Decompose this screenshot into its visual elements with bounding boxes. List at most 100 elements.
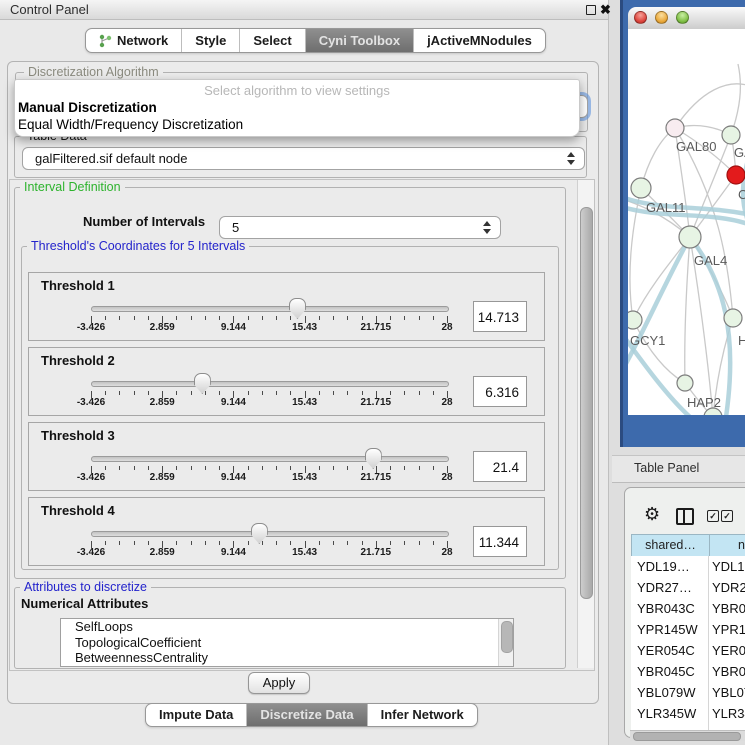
checkbox-icon[interactable]: ✓ [721,510,733,522]
list-scrollbar-thumb[interactable] [501,621,513,653]
vertical-scrollbar-track[interactable] [577,180,594,668]
table-row[interactable]: YBR045CYBR045C [631,661,745,682]
slider-tick [176,541,177,545]
gray-edge[interactable] [731,64,740,135]
network-window-titlebar[interactable] [628,7,745,30]
table-data-combobox[interactable]: galFiltered.sif default node [22,147,585,170]
slider-tick [148,466,149,470]
close-traffic-light-icon[interactable] [634,11,647,24]
tab-discretize-data[interactable]: Discretize Data [247,704,367,726]
slider-tick-label: 21.715 [351,397,401,408]
attribute-list-item[interactable]: TopologicalCoefficient [61,635,513,651]
zoom-traffic-light-icon[interactable] [676,11,689,24]
node[interactable] [631,178,651,198]
list-scrollbar-track[interactable] [498,619,513,666]
threshold-slider-track[interactable] [91,531,449,537]
table-row[interactable]: YBR043CYBR043C [631,598,745,619]
slider-tick-label: 21.715 [351,547,401,558]
slider-tick [262,391,263,395]
slider-tick [404,391,405,395]
gear-icon[interactable]: ⚙ [644,504,660,524]
cell-name: YDL19… [712,556,745,577]
threshold-value-field[interactable]: 11.344 [473,526,527,557]
tab-select[interactable]: Select [240,29,305,52]
number-of-intervals-spinner[interactable]: 5 [219,216,501,239]
threshold-value-field[interactable]: 14.713 [473,301,527,332]
column-header-name[interactable]: na [709,534,745,557]
tab-label: Discretize Data [260,704,353,726]
gray-edge[interactable] [685,237,690,383]
tab-infer-network[interactable]: Infer Network [368,704,477,726]
gray-edge[interactable] [675,128,733,318]
control-panel-titlebar[interactable]: Control Panel ✖ [0,0,608,20]
float-window-icon[interactable] [586,5,596,15]
tab-jactivemnodules[interactable]: jActiveMNodules [414,29,545,52]
slider-tick [248,391,249,395]
close-icon[interactable]: ✖ [600,1,611,18]
node[interactable] [666,119,684,137]
slider-thumb[interactable] [194,373,211,394]
table-row[interactable]: YDL19…YDL19… [631,556,745,577]
slider-tick [248,466,249,470]
slider-tick-label: 15.43 [280,472,330,483]
dropdown-item-manual-discretization[interactable]: Manual Discretization [18,100,157,115]
slider-tick [119,466,120,470]
column-header-shared[interactable]: shared… [631,534,710,557]
tab-impute-data[interactable]: Impute Data [146,704,247,726]
slider-tick-label: 2.859 [137,547,187,558]
node[interactable] [727,166,745,184]
horizontal-scrollbar-thumb[interactable] [633,732,741,741]
slider-tick [290,391,291,395]
gray-edge[interactable] [675,84,745,128]
slider-tick [134,466,135,470]
minimize-traffic-light-icon[interactable] [655,11,668,24]
table-row[interactable]: YER054CYER054C [631,640,745,661]
slider-thumb[interactable] [251,523,268,544]
slider-tick [105,391,106,395]
node-HAP2[interactable] [677,375,693,391]
slider-tick [290,541,291,545]
interval-definition-group-label: Interval Definition [20,180,125,194]
node-GCY1[interactable] [628,311,642,329]
numerical-attributes-list[interactable]: SelfLoopsTopologicalCoefficientBetweenne… [60,618,514,667]
threshold-value-field[interactable]: 6.316 [473,376,527,407]
tab-style[interactable]: Style [182,29,240,52]
table-row[interactable]: YLR345WYLR345W [631,703,745,724]
dropdown-item-equal-width-frequency[interactable]: Equal Width/Frequency Discretization [18,117,243,132]
table-row[interactable]: YBL079WYBL079W [631,682,745,703]
attribute-list-item[interactable]: BetweennessCentrality [61,650,513,666]
node[interactable] [724,309,742,327]
slider-tick [219,391,220,395]
table-row[interactable]: YPR145WYPR145W [631,619,745,640]
slider-tick-label: 28 [422,472,472,483]
node[interactable] [722,126,740,144]
table-row[interactable]: YDR27…YDR27… [631,577,745,598]
threshold-slider-track[interactable] [91,306,449,312]
slider-tick-label: 2.859 [137,322,187,333]
threshold-slider-track[interactable] [91,381,449,387]
slider-thumb[interactable] [365,448,382,469]
horizontal-scrollbar-track[interactable] [630,730,745,741]
slider-tick [219,541,220,545]
network-canvas[interactable]: GAL80GACGAL11GAL4GCY1HHAP2 [628,29,745,415]
tab-network[interactable]: Network [86,29,182,52]
teal-edge[interactable] [628,237,690,371]
slider-tick [347,541,348,545]
checkbox-icon[interactable]: ✓ [707,510,719,522]
threshold-slider-track[interactable] [91,456,449,462]
slider-tick [362,391,363,395]
vertical-scrollbar-thumb[interactable] [580,207,593,599]
node-GAL4[interactable] [679,226,701,248]
dropdown-prompt-item[interactable]: Select algorithm to view settings [15,83,579,98]
table-panel-titlebar[interactable]: Table Panel [612,455,745,483]
slider-tick [248,541,249,545]
slider-thumb[interactable] [289,298,306,319]
slider-tick [362,316,363,320]
columns-icon[interactable] [676,508,694,525]
apply-button[interactable]: Apply [248,672,310,694]
tab-label: Infer Network [381,704,464,726]
threshold-value-field[interactable]: 21.4 [473,451,527,482]
gray-edge[interactable] [633,320,685,383]
attribute-list-item[interactable]: SelfLoops [61,619,513,635]
tab-cyni-toolbox[interactable]: Cyni Toolbox [306,29,414,52]
